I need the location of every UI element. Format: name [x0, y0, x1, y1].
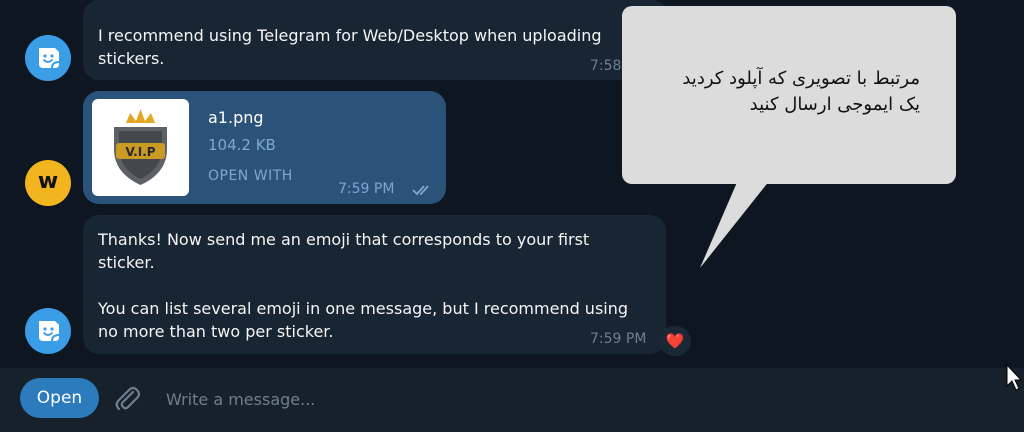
- message-input[interactable]: [164, 384, 868, 414]
- file-thumbnail[interactable]: V.I.P: [92, 99, 189, 196]
- paperclip-icon[interactable]: [112, 384, 142, 414]
- callout-text: مرتبط با تصویری که آپلود کردید یک ایموجی…: [632, 66, 920, 118]
- heart-reaction[interactable]: ❤️: [659, 326, 691, 356]
- user-avatar[interactable]: w: [25, 160, 71, 206]
- file-message-time: 7:59 PM: [338, 181, 395, 197]
- sticker-bot-icon: [39, 48, 60, 69]
- sticker-bot-icon: [39, 321, 60, 342]
- open-button[interactable]: Open: [20, 378, 99, 418]
- heart-reaction-emoji: ❤️: [665, 332, 685, 350]
- vip-badge-text: V.I.P: [125, 145, 155, 159]
- file-name[interactable]: a1.png: [208, 108, 264, 127]
- double-check-icon: [412, 185, 429, 196]
- bot-avatar[interactable]: [25, 308, 71, 354]
- message-text: Thanks! Now send me an emoji that corres…: [98, 230, 629, 341]
- vip-shield-badge-icon: V.I.P: [114, 109, 167, 185]
- user-avatar-letter: w: [37, 168, 59, 194]
- mouse-cursor-icon: [1006, 364, 1022, 391]
- callout-line-1: مرتبط با تصویری که آپلود کردید: [682, 68, 920, 89]
- message-time: 7:59 PM: [590, 331, 647, 347]
- open-with-link[interactable]: OPEN WITH: [208, 168, 293, 184]
- message-time: 7:58: [590, 58, 622, 74]
- file-size: 104.2 KB: [208, 136, 276, 154]
- message-text: I recommend using Telegram for Web/Deskt…: [98, 26, 602, 68]
- bot-avatar[interactable]: [25, 35, 71, 81]
- callout-line-2: یک ایموجی ارسال کنید: [749, 94, 920, 115]
